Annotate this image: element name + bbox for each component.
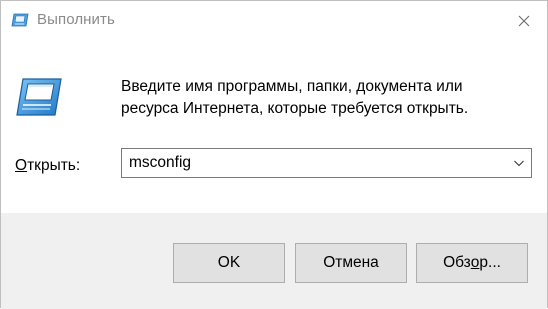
- open-label-text: ткрыть:: [27, 157, 81, 174]
- ok-button[interactable]: OK: [173, 243, 285, 283]
- open-input[interactable]: [129, 151, 499, 175]
- run-app-icon: [16, 78, 62, 116]
- cancel-button[interactable]: Отмена: [295, 243, 407, 283]
- open-combobox[interactable]: [121, 148, 532, 178]
- chevron-down-icon[interactable]: [513, 157, 525, 169]
- cancel-button-label: Отмена: [323, 254, 379, 271]
- browse-button[interactable]: Обз о р...: [416, 243, 528, 283]
- open-label-accelerator: О: [15, 157, 28, 174]
- browse-label-accelerator: о: [470, 254, 480, 271]
- run-dialog: Выполнить Введите имя программы, папки, …: [0, 0, 548, 309]
- description-text: Введите имя программы, папки, документа …: [121, 76, 521, 120]
- button-bar: OK Отмена Обз о р...: [1, 213, 547, 309]
- run-app-icon: [11, 13, 29, 27]
- browse-label-post: р...: [479, 254, 501, 271]
- close-button[interactable]: [501, 1, 547, 41]
- description-line-2: ресурса Интернета, которые требуется отк…: [121, 100, 469, 117]
- ok-button-label: OK: [217, 254, 241, 271]
- window-title: Выполнить: [37, 11, 115, 28]
- description-line-1: Введите имя программы, папки, документа …: [121, 78, 463, 95]
- browse-label-pre: Обз: [443, 254, 471, 271]
- close-icon: [518, 15, 530, 27]
- dialog-content: Введите имя программы, папки, документа …: [1, 41, 547, 213]
- open-label: Открыть:: [15, 157, 80, 175]
- title-bar[interactable]: Выполнить: [1, 1, 547, 41]
